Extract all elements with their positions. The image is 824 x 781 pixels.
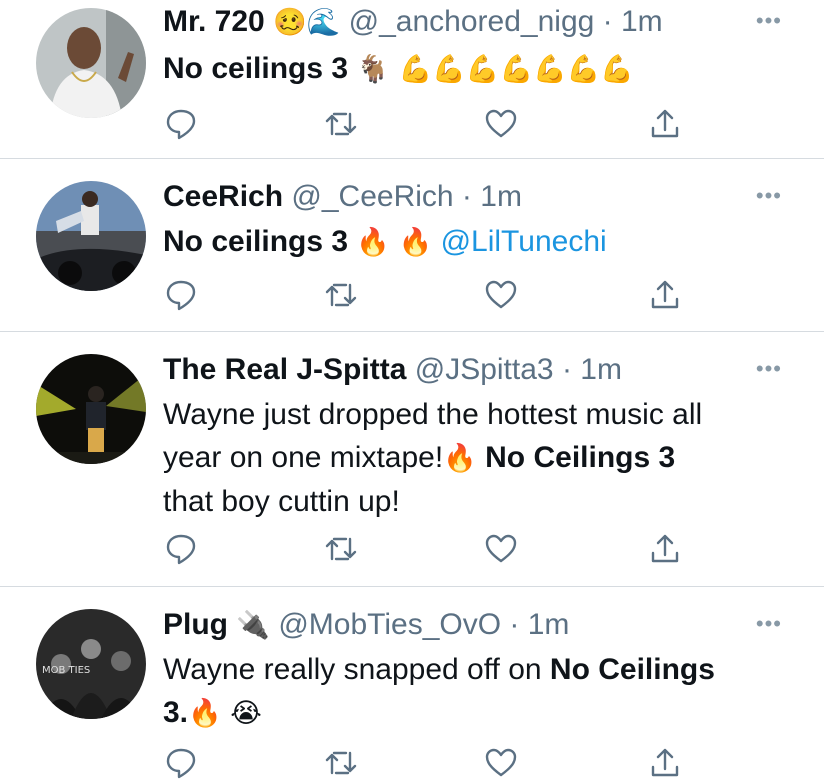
tweet-line: Wayne just dropped the hottest music all	[163, 398, 703, 431]
avatar[interactable]	[36, 8, 146, 118]
body-emojis: 🔥 😭	[188, 698, 262, 729]
tweet-line: 3.🔥 😭	[163, 691, 774, 735]
display-name[interactable]: The Real J-Spitta	[163, 353, 406, 386]
share-icon[interactable]	[648, 747, 682, 779]
avatar[interactable]	[36, 354, 146, 464]
tweet-text: Wayne just dropped the hottest music all…	[163, 393, 774, 523]
reply-icon[interactable]	[164, 533, 198, 565]
reply-icon[interactable]	[164, 108, 198, 140]
action-bar	[160, 747, 700, 779]
retweet-icon[interactable]	[324, 533, 358, 565]
more-options-icon[interactable]: •••	[756, 356, 782, 382]
tweet-header: Mr. 720 🥴🌊 @_anchored_nigg · 1m	[163, 5, 744, 40]
hashtag-phrase: 3.	[163, 696, 189, 729]
handle[interactable]: @_CeeRich	[291, 180, 453, 213]
separator-dot: ·	[461, 180, 472, 213]
share-icon[interactable]	[648, 108, 682, 140]
tweet-line: that boy cuttin up!	[163, 485, 400, 518]
svg-text:MOB TIES: MOB TIES	[42, 665, 90, 676]
handle[interactable]: @_anchored_nigg	[349, 5, 595, 38]
reply-icon[interactable]	[164, 747, 198, 779]
display-name[interactable]: Plug	[163, 608, 228, 641]
timestamp[interactable]: 1m	[580, 353, 622, 386]
retweet-icon[interactable]	[324, 747, 358, 779]
tweet-line: year on one mixtape!🔥 No Ceilings 3	[163, 436, 774, 480]
tweet-text-fragment: Wayne really snapped off on	[163, 653, 542, 686]
handle[interactable]: @JSpitta3	[415, 353, 554, 386]
reply-icon[interactable]	[164, 279, 198, 311]
hashtag-phrase: No Ceilings 3	[485, 441, 676, 474]
timestamp[interactable]: 1m	[480, 180, 522, 213]
action-bar	[160, 108, 700, 140]
tweet-line: Wayne really snapped off on No Ceilings	[163, 648, 774, 691]
hashtag-phrase: No ceilings 3	[163, 225, 349, 258]
timestamp[interactable]: 1m	[528, 608, 570, 641]
body-emojis: 🔥 🔥	[356, 227, 433, 258]
display-name[interactable]: Mr. 720	[163, 5, 265, 38]
tweet-text-fragment: year on one mixtape!	[163, 441, 444, 474]
more-options-icon[interactable]: •••	[756, 611, 782, 637]
separator-dot: ·	[509, 608, 520, 641]
tweet[interactable]: MOB TIES Plug 🔌 @MobTies_OvO · 1m ••• Wa…	[0, 587, 824, 781]
share-icon[interactable]	[648, 533, 682, 565]
tweet[interactable]: The Real J-Spitta @JSpitta3 · 1m ••• Way…	[0, 332, 824, 586]
avatar[interactable]: MOB TIES	[36, 609, 146, 719]
tweet[interactable]: Mr. 720 🥴🌊 @_anchored_nigg · 1m ••• No c…	[0, 0, 824, 158]
more-options-icon[interactable]: •••	[756, 8, 782, 34]
avatar[interactable]	[36, 181, 146, 291]
tweet[interactable]: CeeRich @_CeeRich · 1m ••• No ceilings 3…	[0, 159, 824, 331]
like-icon[interactable]	[484, 533, 518, 565]
mention-link[interactable]: @LilTunechi	[441, 225, 607, 258]
tweet-header: CeeRich @_CeeRich · 1m	[163, 180, 744, 214]
action-bar	[160, 533, 700, 565]
more-options-icon[interactable]: •••	[756, 183, 782, 209]
body-emojis: 🐐 💪💪💪💪💪💪💪	[356, 54, 634, 85]
like-icon[interactable]	[484, 279, 518, 311]
retweet-icon[interactable]	[324, 279, 358, 311]
hashtag-phrase: No Ceilings	[549, 653, 715, 686]
display-name[interactable]: CeeRich	[163, 180, 283, 213]
retweet-icon[interactable]	[324, 108, 358, 140]
name-emojis: 🥴🌊	[273, 7, 341, 38]
action-bar	[160, 279, 700, 311]
separator-dot: ·	[561, 353, 572, 386]
like-icon[interactable]	[484, 108, 518, 140]
plug-emoji: 🔌	[236, 610, 270, 641]
like-icon[interactable]	[484, 747, 518, 779]
handle[interactable]: @MobTies_OvO	[278, 608, 501, 641]
hashtag-phrase: No ceilings 3	[163, 52, 349, 85]
share-icon[interactable]	[648, 279, 682, 311]
tweet-header: The Real J-Spitta @JSpitta3 · 1m	[163, 353, 744, 387]
tweet-text: Wayne really snapped off on No Ceilings …	[163, 648, 774, 735]
tweet-text: No ceilings 3 🔥 🔥 @LilTunechi	[163, 220, 774, 264]
separator-dot: ·	[602, 5, 613, 38]
tweet-header: Plug 🔌 @MobTies_OvO · 1m	[163, 608, 744, 643]
timestamp[interactable]: 1m	[621, 5, 663, 38]
tweet-text: No ceilings 3 🐐 💪💪💪💪💪💪💪	[163, 47, 774, 91]
fire-emoji: 🔥	[443, 443, 477, 474]
